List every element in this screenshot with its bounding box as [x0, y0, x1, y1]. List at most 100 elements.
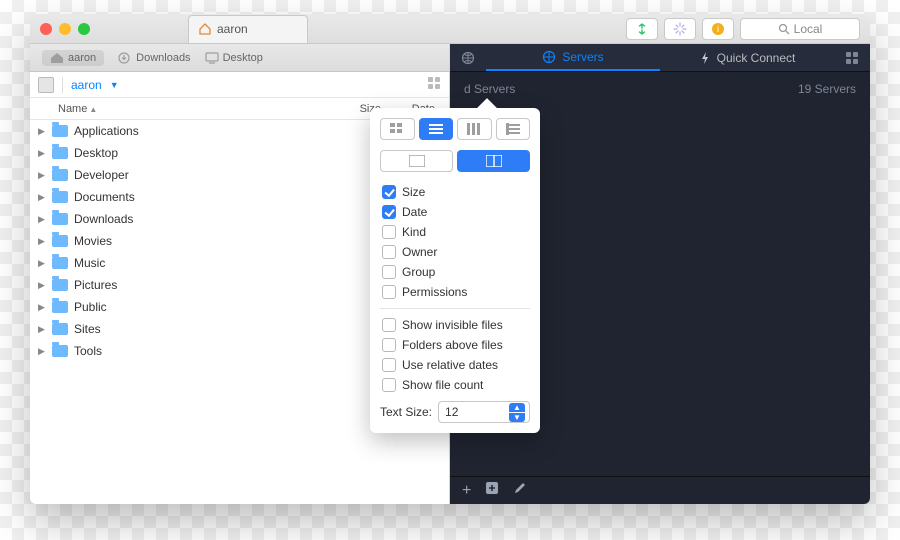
sync-button[interactable] [626, 18, 658, 40]
column-name[interactable]: Name▲ [58, 103, 321, 115]
view-option-toggle[interactable]: Folders above files [380, 335, 530, 355]
file-size: • [315, 190, 375, 204]
zoom-icon[interactable] [78, 23, 90, 35]
file-size: • [315, 322, 375, 336]
checkbox[interactable] [382, 205, 396, 219]
column-toggle[interactable]: Permissions [380, 282, 530, 302]
view-option-toggle[interactable]: Use relative dates [380, 355, 530, 375]
info-button[interactable]: i [702, 18, 734, 40]
remote-view-options-button[interactable] [834, 44, 870, 71]
column-toggle[interactable]: Size [380, 182, 530, 202]
add-group-button[interactable] [485, 481, 499, 500]
column-view-icon [467, 123, 481, 135]
text-size-label: Text Size: [380, 405, 432, 419]
path-bar: aaron ▼ [30, 72, 449, 98]
dual-pane-icon [486, 155, 502, 167]
column-toggle[interactable]: Group [380, 262, 530, 282]
option-label: Size [402, 185, 425, 199]
option-label: Permissions [402, 285, 467, 299]
edit-button[interactable] [513, 481, 527, 500]
local-tab-downloads[interactable]: Downloads [118, 52, 190, 64]
chevron-down-icon[interactable]: ▼ [110, 80, 119, 90]
search-field[interactable]: Local [740, 18, 860, 40]
folder-icon [52, 191, 68, 203]
file-size: • [315, 344, 375, 358]
disclosure-triangle-icon[interactable]: ▶ [38, 302, 46, 313]
column-toggle[interactable]: Date [380, 202, 530, 222]
stepper-control[interactable]: ▲▼ [509, 403, 525, 421]
server-count: 19 Servers [798, 82, 856, 466]
column-toggle[interactable]: Owner [380, 242, 530, 262]
option-label: Show invisible files [402, 318, 503, 332]
local-tab-desktop[interactable]: Desktop [205, 52, 263, 64]
disclosure-triangle-icon[interactable]: ▶ [38, 170, 46, 181]
view-gallery-button[interactable] [496, 118, 531, 140]
checkbox[interactable] [382, 285, 396, 299]
checkbox[interactable] [382, 378, 396, 392]
disclosure-triangle-icon[interactable]: ▶ [38, 192, 46, 203]
view-column-button[interactable] [457, 118, 492, 140]
local-tab-label: aaron [68, 52, 96, 64]
pane-single-button[interactable] [380, 150, 453, 172]
column-toggle[interactable]: Kind [380, 222, 530, 242]
file-name: Downloads [74, 212, 309, 226]
disclosure-triangle-icon[interactable]: ▶ [38, 126, 46, 137]
checkbox[interactable] [382, 265, 396, 279]
checkbox[interactable] [382, 225, 396, 239]
gallery-view-icon [506, 123, 520, 135]
remote-tab-world[interactable] [450, 44, 486, 71]
local-tab-aaron[interactable]: aaron [42, 50, 104, 66]
folder-icon [52, 323, 68, 335]
option-label: Group [402, 265, 435, 279]
minimize-icon[interactable] [59, 23, 71, 35]
close-icon[interactable] [40, 23, 52, 35]
add-button[interactable]: + [462, 482, 471, 500]
traffic-lights [40, 23, 90, 35]
option-label: Date [402, 205, 427, 219]
file-name: Documents [74, 190, 309, 204]
remote-tab-label: Servers [562, 50, 603, 64]
grid-icon [845, 51, 859, 65]
divider [380, 308, 530, 309]
disclosure-triangle-icon[interactable]: ▶ [38, 280, 46, 291]
path-segment[interactable]: aaron [71, 78, 102, 92]
checkbox[interactable] [382, 318, 396, 332]
disclosure-triangle-icon[interactable]: ▶ [38, 346, 46, 357]
checkbox[interactable] [382, 245, 396, 259]
pencil-icon [513, 481, 527, 495]
text-size-stepper[interactable]: 12 ▲▼ [438, 401, 530, 423]
disclosure-triangle-icon[interactable]: ▶ [38, 258, 46, 269]
disclosure-triangle-icon[interactable]: ▶ [38, 148, 46, 159]
checkbox[interactable] [382, 338, 396, 352]
pane-dual-button[interactable] [457, 150, 530, 172]
desktop-icon [205, 52, 219, 64]
folder-icon [52, 257, 68, 269]
add-box-icon [485, 481, 499, 495]
disclosure-triangle-icon[interactable]: ▶ [38, 236, 46, 247]
view-icon-button[interactable] [380, 118, 415, 140]
home-icon [50, 52, 64, 64]
globe-icon [461, 51, 475, 65]
activity-button[interactable] [664, 18, 696, 40]
search-placeholder: Local [794, 22, 823, 36]
lightning-icon [699, 51, 711, 65]
svg-text:i: i [717, 24, 719, 34]
checkbox[interactable] [382, 185, 396, 199]
file-name: Pictures [74, 278, 309, 292]
disk-icon[interactable] [38, 77, 54, 93]
file-name: Music [74, 256, 309, 270]
disclosure-triangle-icon[interactable]: ▶ [38, 214, 46, 225]
home-icon [199, 23, 211, 35]
view-options-button[interactable] [427, 76, 441, 93]
disclosure-triangle-icon[interactable]: ▶ [38, 324, 46, 335]
icon-view-icon [390, 123, 404, 135]
remote-tab-servers[interactable]: Servers [486, 44, 660, 71]
checkbox[interactable] [382, 358, 396, 372]
remote-tab-quick-connect[interactable]: Quick Connect [660, 44, 834, 71]
sort-asc-icon: ▲ [89, 105, 97, 114]
view-option-toggle[interactable]: Show invisible files [380, 315, 530, 335]
list-view-icon [429, 123, 443, 135]
view-option-toggle[interactable]: Show file count [380, 375, 530, 395]
window-tab[interactable]: aaron [188, 15, 308, 43]
view-list-button[interactable] [419, 118, 454, 140]
